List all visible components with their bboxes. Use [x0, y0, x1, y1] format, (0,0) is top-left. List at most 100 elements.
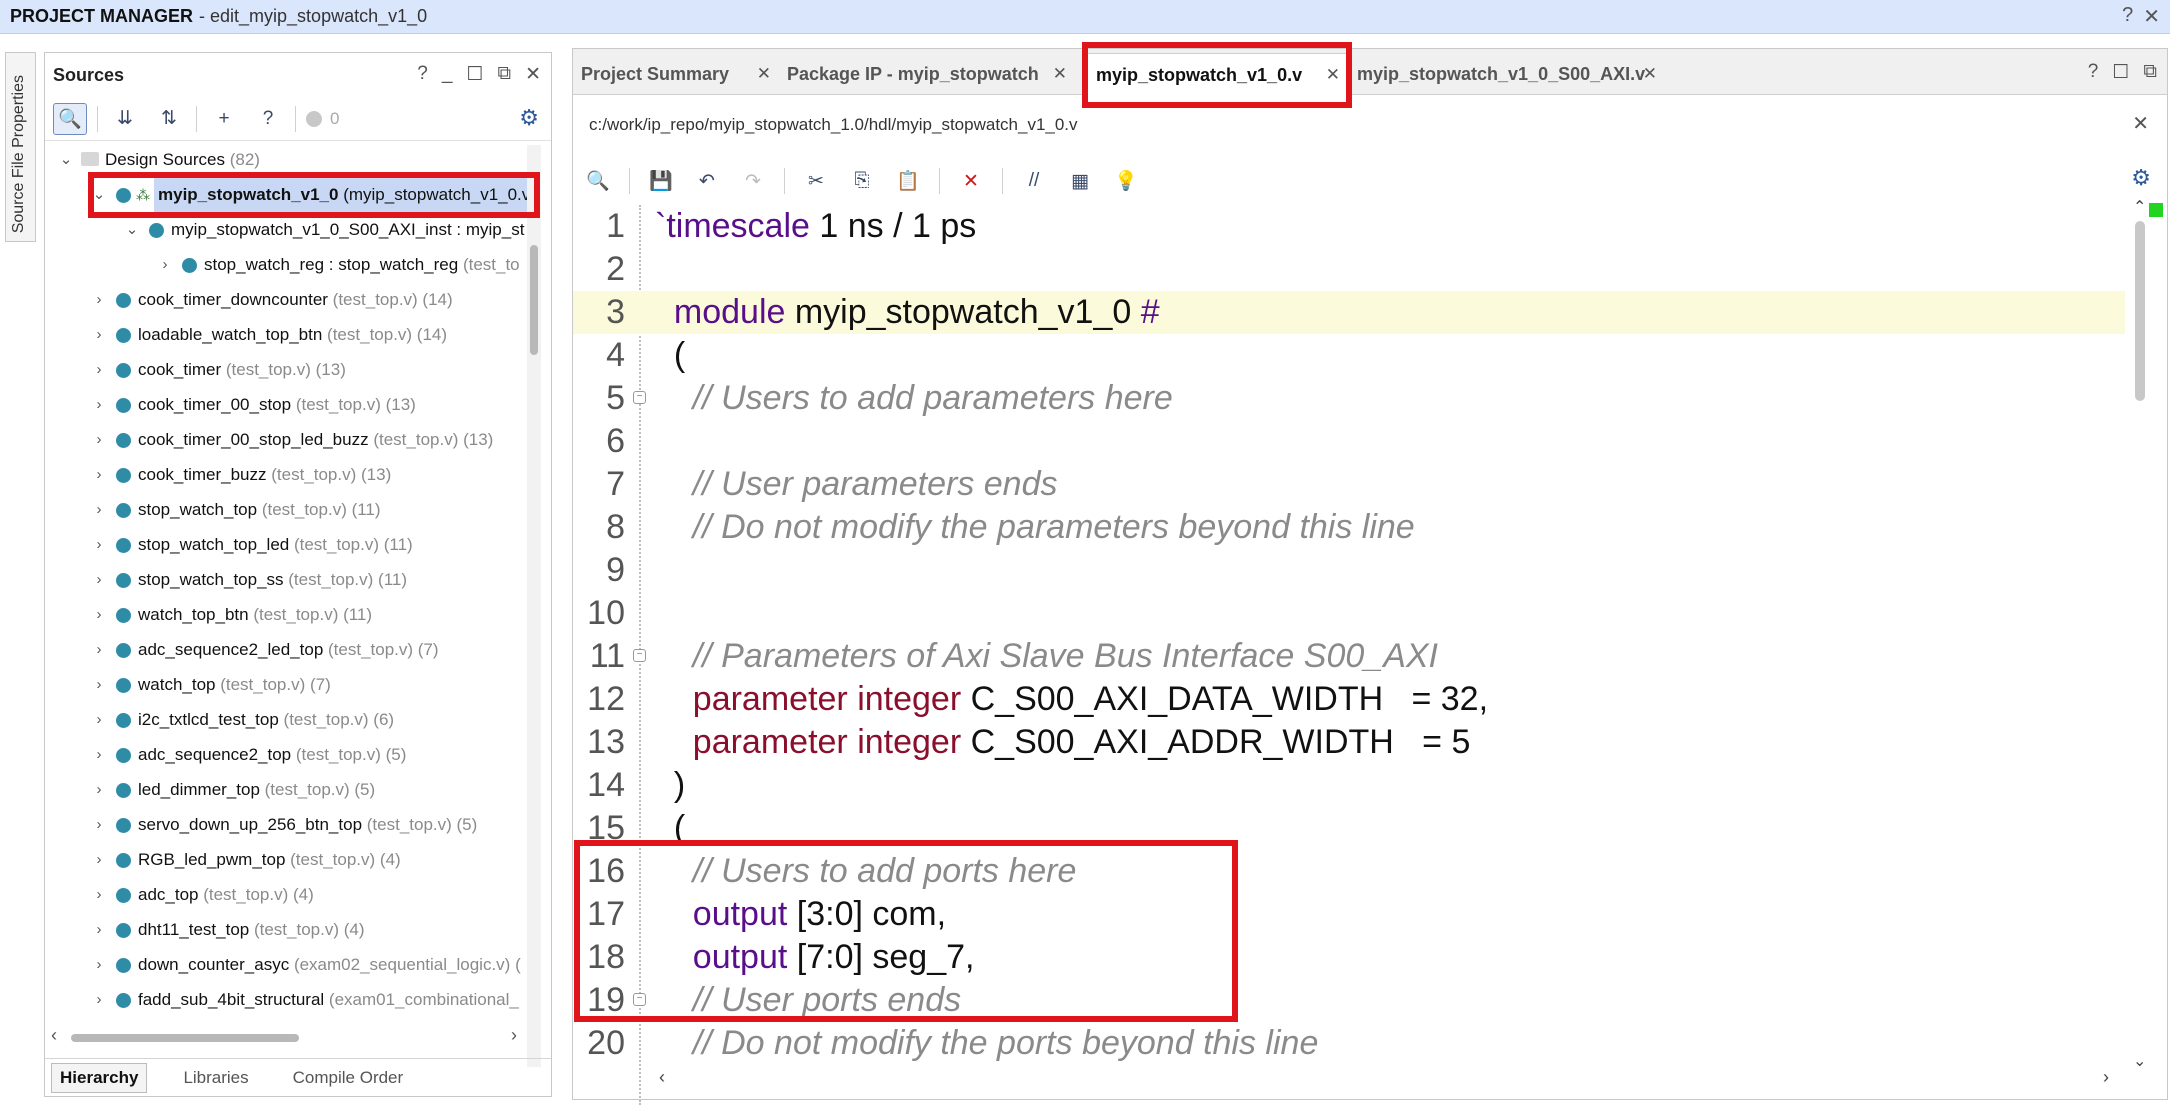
code-area[interactable]: 1 `timescale 1 ns / 1 ps 2 3 module myip_st…	[573, 205, 2125, 1105]
expand-all-icon[interactable]: ⇅	[152, 103, 186, 135]
scroll-thumb[interactable]	[2135, 221, 2145, 401]
collapse-all-icon[interactable]: ⇊	[108, 103, 142, 135]
chevron-right-icon[interactable]: ›	[92, 423, 106, 457]
chevron-down-icon[interactable]: ⌄	[92, 178, 106, 212]
redo-icon[interactable]: ↷	[738, 166, 768, 196]
code-line[interactable]: 12 parameter integer C_S00_AXI_DATA_WIDT…	[573, 678, 2125, 721]
help-icon[interactable]: ?	[417, 63, 428, 86]
code-line[interactable]: 17 output [3:0] com,	[573, 893, 2125, 936]
chevron-right-icon[interactable]: ›	[92, 668, 106, 702]
document-help-icon[interactable]: ?	[251, 103, 285, 135]
tree-item[interactable]: › led_dimmer_top (test_top.v) (5)	[45, 773, 529, 807]
code-line[interactable]: 10	[573, 592, 2125, 635]
tree-item[interactable]: › cook_timer_downcounter (test_top.v) (14…	[45, 283, 529, 317]
sources-horizontal-scrollbar[interactable]: ‹ ›	[49, 1025, 529, 1047]
tree-item[interactable]: › watch_top_btn (test_top.v) (11)	[45, 598, 529, 632]
close-icon[interactable]: ✕	[525, 63, 541, 86]
chevron-down-icon[interactable]: ⌄	[59, 143, 73, 177]
code-line[interactable]: 11− // Parameters of Axi Slave Bus Inter…	[573, 635, 2125, 678]
close-icon[interactable]: ✕	[2143, 4, 2160, 29]
tree-item[interactable]: › cook_timer_00_stop_led_buzz (test_top.v…	[45, 423, 529, 457]
chevron-right-icon[interactable]: ›	[158, 248, 172, 282]
tree-item[interactable]: › down_counter_asyc (exam02_sequential_lo…	[45, 948, 529, 982]
tree-item[interactable]: › stop_watch_reg : stop_watch_reg (test_t…	[45, 248, 529, 282]
chevron-down-icon[interactable]: ⌄	[125, 213, 139, 247]
chevron-right-icon[interactable]: ›	[92, 563, 106, 597]
help-icon[interactable]: ?	[2122, 4, 2133, 29]
code-line[interactable]: 20 // Do not modify the ports beyond thi…	[573, 1022, 2125, 1065]
chevron-right-icon[interactable]: ›	[92, 283, 106, 317]
close-icon[interactable]: ✕	[1643, 53, 1657, 95]
cut-icon[interactable]: ✂	[801, 166, 831, 196]
tree-item[interactable]: › RGB_led_pwm_top (test_top.v) (4)	[45, 843, 529, 877]
tree-item[interactable]: › servo_down_up_256_btn_top (test_top.v) …	[45, 808, 529, 842]
tab-hierarchy[interactable]: Hierarchy	[51, 1062, 148, 1093]
scroll-right-icon[interactable]: ›	[511, 1025, 517, 1046]
tree-item[interactable]: › cook_timer (test_top.v) (13)	[45, 353, 529, 387]
fold-toggle-icon[interactable]: −	[633, 391, 646, 404]
code-line[interactable]: 19− // User ports ends	[573, 979, 2125, 1022]
tree-item[interactable]: › dht11_test_top (test_top.v) (4)	[45, 913, 529, 947]
code-line[interactable]: 7 // User parameters ends	[573, 463, 2125, 506]
code-line[interactable]: 4 (	[573, 334, 2125, 377]
close-icon[interactable]: ✕	[1326, 54, 1340, 96]
search-icon[interactable]: 🔍	[53, 102, 87, 135]
gear-icon[interactable]: ⚙	[2131, 165, 2151, 191]
scroll-right-icon[interactable]: ›	[2103, 1067, 2109, 1088]
chevron-right-icon[interactable]: ›	[92, 843, 106, 877]
tree-item[interactable]: › adc_top (test_top.v) (4)	[45, 878, 529, 912]
tree-item[interactable]: › watch_top (test_top.v) (7)	[45, 668, 529, 702]
tree-item[interactable]: › stop_watch_top_ss (test_top.v) (11)	[45, 563, 529, 597]
code-line[interactable]: 8 // Do not modify the parameters beyond…	[573, 506, 2125, 549]
find-icon[interactable]: 🔍	[583, 166, 613, 196]
tree-item[interactable]: › i2c_txtlcd_test_top (test_top.v) (6)	[45, 703, 529, 737]
scroll-up-icon[interactable]: ⌃	[2133, 197, 2146, 217]
tab-myip-stopwatch-v[interactable]: myip_stopwatch_v1_0.v ✕	[1087, 53, 1349, 95]
lightbulb-icon[interactable]: 💡	[1111, 166, 1141, 196]
tree-item[interactable]: › cook_timer_buzz (test_top.v) (13)	[45, 458, 529, 492]
code-line[interactable]: 2	[573, 248, 2125, 291]
column-select-icon[interactable]: ▦	[1065, 166, 1095, 196]
scroll-thumb[interactable]	[71, 1034, 299, 1042]
code-line[interactable]: 18 output [7:0] seg_7,	[573, 936, 2125, 979]
tree-item[interactable]: › cook_timer_00_stop (test_top.v) (13)	[45, 388, 529, 422]
minimize-icon[interactable]: _	[442, 63, 453, 86]
tree-item[interactable]: ⌄ ⁂ myip_stopwatch_v1_0 (myip_stopwatch_v1…	[45, 178, 529, 212]
gear-icon[interactable]: ⚙	[519, 105, 539, 131]
chevron-right-icon[interactable]: ›	[92, 983, 106, 1017]
float-icon[interactable]: ⧉	[2143, 61, 2157, 84]
tab-libraries[interactable]: Libraries	[175, 1064, 256, 1092]
code-line[interactable]: 5− // Users to add parameters here	[573, 377, 2125, 420]
tree-item[interactable]: ⌄ myip_stopwatch_v1_0_S00_AXI_inst : myip…	[45, 213, 529, 247]
code-line[interactable]: 14 )	[573, 764, 2125, 807]
code-line[interactable]: 1 `timescale 1 ns / 1 ps	[573, 205, 2125, 248]
chevron-right-icon[interactable]: ›	[92, 738, 106, 772]
help-icon[interactable]: ?	[2088, 61, 2099, 84]
tree-item[interactable]: › loadable_watch_top_btn (test_top.v) (14…	[45, 318, 529, 352]
tree-item[interactable]: › stop_watch_top (test_top.v) (11)	[45, 493, 529, 527]
close-icon[interactable]: ✕	[757, 53, 771, 95]
chevron-right-icon[interactable]: ›	[92, 633, 106, 667]
close-icon[interactable]: ✕	[1053, 53, 1067, 95]
chevron-right-icon[interactable]: ›	[92, 808, 106, 842]
chevron-right-icon[interactable]: ›	[92, 318, 106, 352]
tree-item[interactable]: › adc_sequence2_top (test_top.v) (5)	[45, 738, 529, 772]
chevron-right-icon[interactable]: ›	[92, 388, 106, 422]
code-line[interactable]: 15 (	[573, 807, 2125, 850]
code-line[interactable]: 6	[573, 420, 2125, 463]
chevron-right-icon[interactable]: ›	[92, 773, 106, 807]
fold-toggle-icon[interactable]: −	[633, 993, 646, 1006]
fold-toggle-icon[interactable]: −	[633, 649, 646, 662]
close-icon[interactable]: ✕	[2132, 111, 2149, 136]
chevron-right-icon[interactable]: ›	[92, 458, 106, 492]
toggle-comment-icon[interactable]: //	[1019, 166, 1049, 196]
chevron-right-icon[interactable]: ›	[92, 528, 106, 562]
tab-compile-order[interactable]: Compile Order	[285, 1064, 412, 1092]
tree-item[interactable]: › stop_watch_top_led (test_top.v) (11)	[45, 528, 529, 562]
scroll-thumb[interactable]	[530, 245, 538, 355]
chevron-right-icon[interactable]: ›	[92, 703, 106, 737]
float-icon[interactable]: ⧉	[498, 63, 512, 86]
chevron-right-icon[interactable]: ›	[92, 598, 106, 632]
tab-package-ip[interactable]: Package IP - myip_stopwatch ✕	[779, 53, 1075, 95]
paste-icon[interactable]: 📋	[893, 166, 923, 196]
